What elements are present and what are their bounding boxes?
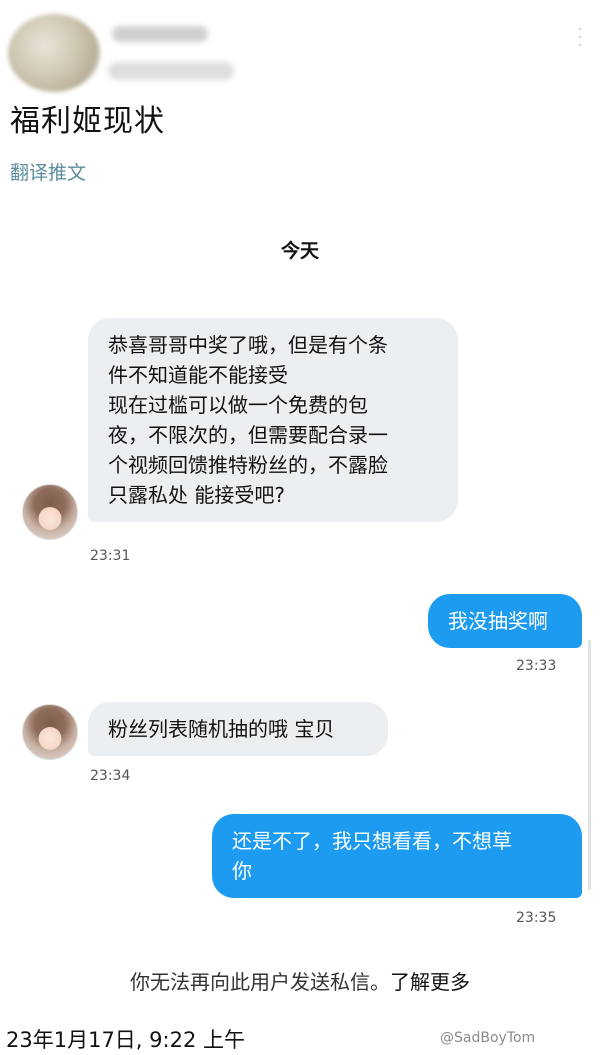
message-bubble-incoming: 粉丝列表随机抽的哦 宝贝 <box>88 702 388 756</box>
author-name-blurred <box>112 26 208 42</box>
message-timestamp: 23:35 <box>516 910 557 926</box>
notice-text: 你无法再向此用户发送私信。 <box>130 970 390 994</box>
author-avatar[interactable] <box>8 14 100 92</box>
message-line: 还是不了，我只想看看，不想草 <box>232 829 512 853</box>
translate-tweet-link[interactable]: 翻译推文 <box>10 158 86 185</box>
message-line: 你 <box>232 859 252 883</box>
message-line: 夜，不限次的，但需要配合录一 <box>108 423 388 447</box>
message-bubble-outgoing: 我没抽奖啊 <box>428 594 582 648</box>
sender-avatar[interactable] <box>22 484 78 540</box>
message-line: 粉丝列表随机抽的哦 宝贝 <box>108 717 335 741</box>
message-timestamp: 23:34 <box>90 768 131 784</box>
date-separator: 今天 <box>280 240 319 262</box>
tweet-text: 福利姬现状 <box>10 104 165 139</box>
sender-avatar[interactable] <box>22 704 78 760</box>
message-timestamp: 23:33 <box>516 658 557 674</box>
weibo-watermark: @SadBoyTom <box>440 1030 536 1046</box>
message-timestamp: 23:31 <box>90 548 131 564</box>
message-line: 件不知道能不能接受 <box>108 363 288 387</box>
dm-disabled-notice: 你无法再向此用户发送私信。了解更多 <box>0 966 600 995</box>
author-handle-blurred <box>108 62 234 80</box>
message-line: 个视频回馈推特粉丝的，不露脸 <box>108 453 388 477</box>
message-line: 我没抽奖啊 <box>448 609 548 633</box>
message-bubble-outgoing: 还是不了，我只想看看，不想草 你 <box>212 814 582 898</box>
scrollbar[interactable] <box>588 640 591 890</box>
more-vertical-icon[interactable]: · · · <box>576 23 584 53</box>
message-line: 只露私处 能接受吧? <box>108 483 285 507</box>
message-line: 现在过槛可以做一个免费的包 <box>108 393 368 417</box>
tweet-timestamp: 23年1月17日, 9:22 上午 <box>6 1028 245 1052</box>
learn-more-link[interactable]: 了解更多 <box>390 970 470 994</box>
message-line: 恭喜哥哥中奖了哦，但是有个条 <box>108 333 388 357</box>
message-bubble-incoming: 恭喜哥哥中奖了哦，但是有个条 件不知道能不能接受 现在过槛可以做一个免费的包 夜… <box>88 318 458 522</box>
